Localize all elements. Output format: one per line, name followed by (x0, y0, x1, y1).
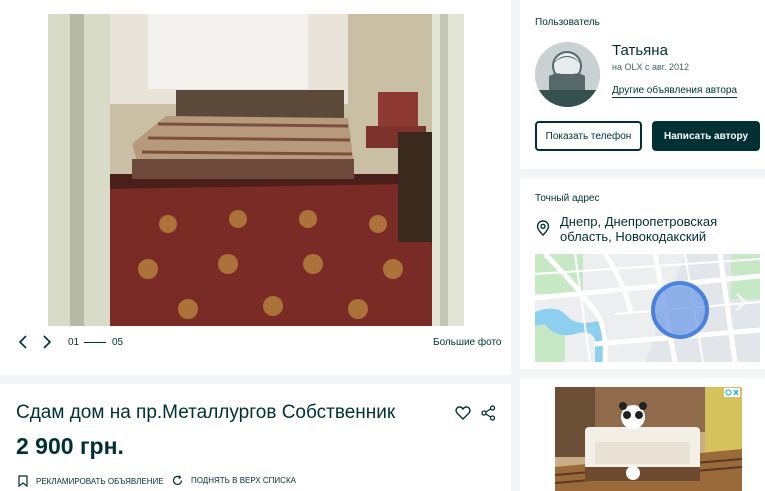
refresh-icon (172, 475, 183, 485)
show-phone-button[interactable]: Показать телефон (535, 121, 642, 151)
listing-photo[interactable] (48, 14, 464, 326)
photo-counter-total: 05 (112, 337, 124, 348)
user-name: Татьяна (612, 42, 668, 59)
adchoices-icon[interactable] (724, 388, 740, 397)
user-section-label: Пользователь (535, 17, 600, 28)
address-card: Точный адрес Днепр, Днепропетровская обл… (520, 178, 765, 369)
photo-counter-divider (84, 342, 106, 343)
raise-ad-label: ПОДНЯТЬ В ВЕРХ СПИСКА (191, 476, 296, 485)
address-text: Днепр, Днепропетровская область, Новокод… (560, 214, 718, 244)
promote-ad-label: РЕКЛАМИРОВАТЬ ОБЪЯВЛЕНИЕ (36, 476, 164, 486)
previous-photo-button[interactable] (14, 333, 32, 351)
user-card: Пользователь Татьяна на OLX с авг. 2012 … (520, 0, 765, 169)
avatar[interactable] (535, 42, 600, 107)
photo-counter-current: 01 (68, 337, 80, 348)
bigger-photo-link[interactable]: Большие фото (433, 337, 502, 348)
heart-icon[interactable] (455, 405, 471, 421)
next-photo-button[interactable] (38, 333, 56, 351)
location-map[interactable] (535, 254, 760, 362)
raise-ad-button[interactable]: ПОДНЯТЬ В ВЕРХ СПИСКА (172, 475, 296, 486)
promote-ad-button[interactable]: РЕКЛАМИРОВАТЬ ОБЪЯВЛЕНИЕ (18, 475, 164, 487)
location-pin-icon (536, 220, 550, 236)
listing-title-card: Сдам дом на пр.Металлургов Собственник 2… (0, 384, 511, 491)
user-member-since: на OLX с авг. 2012 (612, 62, 689, 72)
address-section-label: Точный адрес (535, 193, 600, 204)
listing-price: 2 900 грн. (16, 433, 124, 459)
bookmark-flag-icon (18, 475, 28, 487)
chevron-left-icon (18, 335, 27, 349)
share-icon[interactable] (481, 405, 496, 421)
advertisement (520, 378, 765, 491)
write-author-button[interactable]: Написать автору (652, 121, 760, 151)
advertisement-image[interactable] (555, 387, 742, 491)
chevron-right-icon (43, 335, 52, 349)
user-avatar-icon (535, 42, 600, 107)
other-ads-link[interactable]: Другие объявления автора (612, 85, 738, 98)
photo-gallery: 01 05 Большие фото (0, 0, 511, 375)
listing-title: Сдам дом на пр.Металлургов Собственник (16, 402, 396, 423)
